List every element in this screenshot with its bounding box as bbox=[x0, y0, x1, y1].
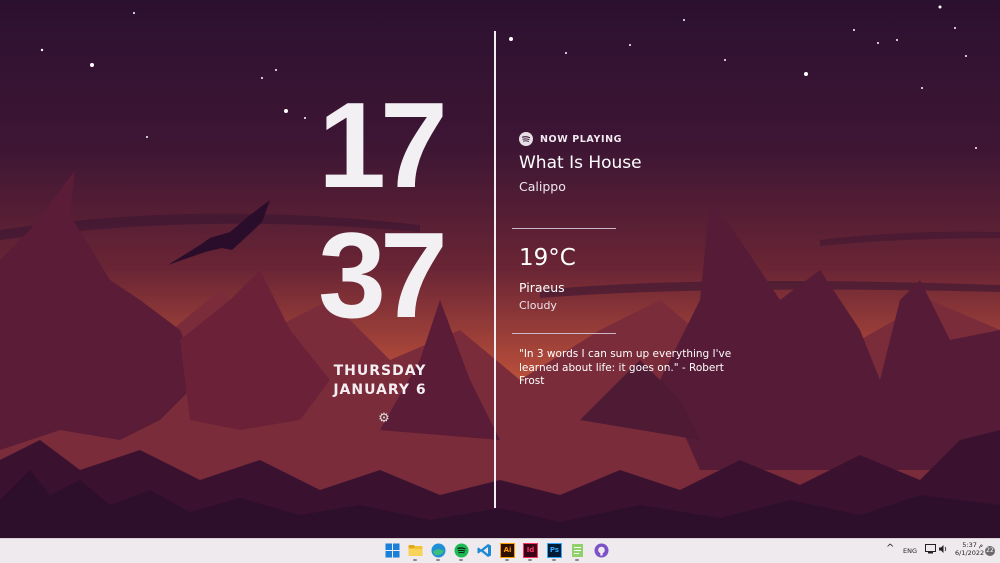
edge-icon[interactable] bbox=[431, 543, 446, 558]
file-explorer-icon[interactable] bbox=[408, 543, 423, 558]
taskbar: Ai Id Ps ^ ENG 5:37 م 6/1/2022 22 bbox=[0, 538, 1000, 563]
weather-temperature: 19°C bbox=[519, 245, 576, 271]
gear-icon[interactable]: ⚙ bbox=[376, 411, 392, 427]
running-indicator bbox=[528, 559, 532, 561]
divider-1 bbox=[512, 228, 616, 229]
volume-icon[interactable] bbox=[938, 544, 948, 554]
clock-hours: 17 bbox=[318, 77, 448, 213]
divider-2 bbox=[512, 333, 616, 334]
track-title[interactable]: What Is House bbox=[519, 153, 642, 173]
spotify-icon[interactable] bbox=[454, 543, 469, 558]
quote-text: "In 3 words I can sum up everything I've… bbox=[519, 348, 732, 387]
track-artist[interactable]: Calippo bbox=[519, 179, 566, 194]
running-indicator bbox=[575, 559, 579, 561]
language-indicator[interactable]: ENG bbox=[903, 547, 917, 555]
chevron-up-icon[interactable]: ^ bbox=[886, 543, 894, 554]
indesign-icon[interactable]: Id bbox=[523, 543, 538, 558]
network-icon[interactable] bbox=[925, 544, 936, 554]
running-indicator bbox=[436, 559, 440, 561]
desktop-wallpaper bbox=[0, 0, 1000, 538]
vscode-icon[interactable] bbox=[477, 543, 492, 558]
spotify-icon bbox=[519, 132, 533, 146]
clock-date: JANUARY 6 bbox=[333, 382, 427, 398]
clock-weekday: THURSDAY bbox=[333, 363, 427, 379]
running-indicator bbox=[505, 559, 509, 561]
running-indicator bbox=[459, 559, 463, 561]
photoshop-icon[interactable]: Ps bbox=[547, 543, 562, 558]
clock-minutes: 37 bbox=[318, 207, 448, 343]
weather-condition: Cloudy bbox=[519, 299, 557, 312]
tray-clock[interactable]: 5:37 م 6/1/2022 bbox=[955, 541, 985, 557]
illustrator-icon[interactable]: Ai bbox=[500, 543, 515, 558]
notification-badge[interactable]: 22 bbox=[985, 546, 995, 556]
vertical-divider bbox=[494, 31, 496, 508]
running-indicator bbox=[552, 559, 556, 561]
running-indicator bbox=[413, 559, 417, 561]
tray-time: 5:37 م bbox=[962, 541, 983, 549]
start-icon[interactable] bbox=[385, 543, 400, 558]
tray-date: 6/1/2022 bbox=[955, 549, 985, 557]
github-icon[interactable] bbox=[594, 543, 609, 558]
notepad-icon[interactable] bbox=[570, 543, 585, 558]
now-playing-label: NOW PLAYING bbox=[540, 134, 623, 145]
weather-city: Piraeus bbox=[519, 280, 565, 295]
